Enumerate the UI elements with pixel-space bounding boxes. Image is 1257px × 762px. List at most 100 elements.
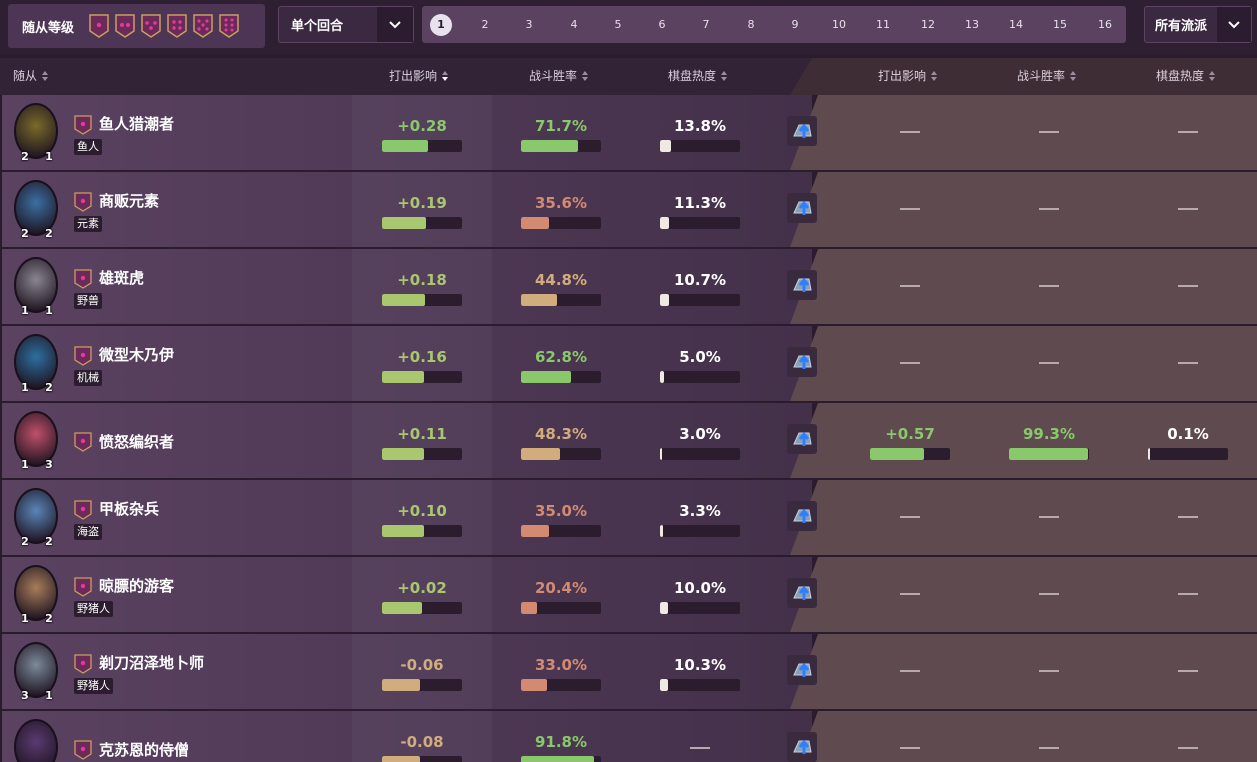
upgrade-icon[interactable] [787, 116, 817, 146]
filter-bar: 随从等级 单个回合 1 2 3 4 5 6 7 8 9 10 11 12 13 14 15 16 所有流派 [0, 0, 1257, 54]
minion-name[interactable]: 愤怒编织者 [99, 431, 174, 452]
upgrade-icon[interactable] [787, 270, 817, 300]
composition-select-value: 所有流派 [1155, 19, 1208, 34]
compare-winrate-empty [1039, 362, 1059, 364]
tier-6-icon[interactable] [218, 13, 240, 39]
round-button-6[interactable]: 6 [651, 14, 673, 36]
winrate-value: 44.8% [534, 271, 588, 289]
attack-value: 1 [21, 304, 29, 317]
round-button-11[interactable]: 11 [872, 14, 894, 36]
round-button-15[interactable]: 15 [1049, 14, 1071, 36]
round-button-14[interactable]: 14 [1005, 14, 1027, 36]
round-selector: 1 2 3 4 5 6 7 8 9 10 11 12 13 14 15 16 [422, 6, 1126, 43]
health-value: 1 [45, 150, 53, 163]
minion-name[interactable]: 克苏恩的侍僧 [99, 739, 189, 760]
tier-3-icon[interactable] [140, 13, 162, 39]
minion-name[interactable]: 微型木乃伊 [99, 344, 174, 365]
round-button-13[interactable]: 13 [961, 14, 983, 36]
upgrade-icon[interactable] [787, 424, 817, 454]
compare-heat-bar-fill [1148, 448, 1150, 460]
upgrade-icon[interactable] [787, 193, 817, 223]
minion-type-tag: 野猪人 [74, 678, 113, 694]
table-row[interactable]: 1 1 雄斑虎 野兽 +0.18 44.8% 10.7% [0, 249, 1257, 326]
composition-select[interactable]: 所有流派 [1144, 6, 1252, 43]
upgrade-icon[interactable] [787, 655, 817, 685]
table-row[interactable]: 2 2 甲板杂兵 海盗 +0.10 35.0% 3.3% [0, 480, 1257, 557]
col-header-winrate-right[interactable]: 战斗胜率 [1017, 58, 1077, 95]
impact-value: +0.19 [397, 194, 447, 212]
tier-2-icon[interactable] [114, 13, 136, 39]
compare-impact-empty [900, 516, 920, 518]
tier-1-icon[interactable] [88, 13, 110, 39]
compare-heat-empty [1178, 670, 1198, 672]
round-button-8[interactable]: 8 [740, 14, 762, 36]
round-button-4[interactable]: 4 [563, 14, 585, 36]
upgrade-icon[interactable] [787, 347, 817, 377]
minion-name[interactable]: 商贩元素 [99, 190, 159, 211]
winrate-bar [521, 756, 601, 762]
compare-heat-empty [1178, 747, 1198, 749]
minion-name[interactable]: 甲板杂兵 [99, 498, 159, 519]
minion-type-tag: 野兽 [74, 293, 102, 309]
health-value: 3 [45, 458, 53, 471]
table-row[interactable]: 1 3 愤怒编织者 +0.11 48.3% 3.0% +0.57 99.3% 0.1% [0, 403, 1257, 480]
sort-desc-icon [442, 71, 449, 81]
app-root: 随从等级 单个回合 1 2 3 4 5 6 7 8 9 10 11 12 13 14 15 16 所有流派 [0, 0, 1257, 762]
impact-value: +0.18 [397, 271, 447, 289]
compare-heat-empty [1178, 285, 1198, 287]
table-row[interactable]: 1 2 晾膘的游客 野猪人 +0.02 20.4% 10.0% [0, 557, 1257, 634]
sort-icon [721, 71, 728, 81]
tier-5-icon[interactable] [192, 13, 214, 39]
col-header-heat[interactable]: 棋盘热度 [668, 58, 728, 95]
upgrade-icon[interactable] [787, 501, 817, 531]
round-button-16[interactable]: 16 [1094, 14, 1116, 36]
winrate-bar-fill [521, 448, 560, 460]
round-button-5[interactable]: 5 [607, 14, 629, 36]
round-button-10[interactable]: 10 [828, 14, 850, 36]
round-button-1[interactable]: 1 [430, 14, 452, 36]
round-button-3[interactable]: 3 [518, 14, 540, 36]
tier-1-icon [74, 346, 92, 366]
winrate-value: 33.0% [534, 656, 588, 674]
tier-4-icon[interactable] [166, 13, 188, 39]
mode-select[interactable]: 单个回合 [278, 6, 414, 43]
health-value: 2 [45, 227, 53, 240]
chevron-down-icon[interactable] [377, 7, 413, 42]
col-header-winrate[interactable]: 战斗胜率 [529, 58, 589, 95]
minion-name[interactable]: 晾膘的游客 [99, 575, 174, 596]
sort-icon [582, 71, 589, 81]
round-button-9[interactable]: 9 [784, 14, 806, 36]
impact-bar-fill [382, 525, 424, 537]
impact-bar-fill [382, 756, 420, 762]
sort-icon [931, 71, 938, 81]
round-button-2[interactable]: 2 [474, 14, 496, 36]
heat-bar-fill [660, 140, 672, 152]
impact-bar-fill [382, 371, 425, 383]
upgrade-icon[interactable] [787, 578, 817, 608]
impact-bar-fill [382, 140, 429, 152]
winrate-bar-fill [521, 679, 548, 691]
heat-value: 10.3% [673, 656, 727, 674]
col-header-minion[interactable]: 随从 [13, 58, 49, 95]
table-row[interactable]: 3 1 剃刀沼泽地卜师 野猪人 -0.06 33.0% 10.3% [0, 634, 1257, 711]
minion-type-tag: 鱼人 [74, 139, 102, 155]
col-header-impact[interactable]: 打出影响 [389, 58, 449, 95]
table-row[interactable]: 2 1 鱼人猎潮者 鱼人 +0.28 71.7% 13.8% [0, 95, 1257, 172]
table-row[interactable]: 1 2 微型木乃伊 机械 +0.16 62.8% 5.0% [0, 326, 1257, 403]
col-header-heat-right[interactable]: 棋盘热度 [1156, 58, 1216, 95]
table-row[interactable]: 2 2 商贩元素 元素 +0.19 35.6% 11.3% [0, 172, 1257, 249]
upgrade-icon[interactable] [787, 732, 817, 762]
chevron-down-icon[interactable] [1217, 7, 1251, 42]
table-row[interactable]: 22克苏恩的侍僧-0.0891.8% [0, 711, 1257, 762]
col-header-impact-right[interactable]: 打出影响 [878, 58, 938, 95]
round-button-7[interactable]: 7 [695, 14, 717, 36]
round-button-12[interactable]: 12 [917, 14, 939, 36]
minion-name[interactable]: 鱼人猎潮者 [99, 113, 174, 134]
minion-name[interactable]: 雄斑虎 [99, 267, 144, 288]
winrate-bar [521, 679, 601, 691]
minion-type-tag: 海盗 [74, 524, 102, 540]
heat-bar [660, 602, 740, 614]
minion-name[interactable]: 剃刀沼泽地卜师 [99, 652, 204, 673]
tier-1-icon [74, 740, 92, 760]
heat-bar [660, 371, 740, 383]
